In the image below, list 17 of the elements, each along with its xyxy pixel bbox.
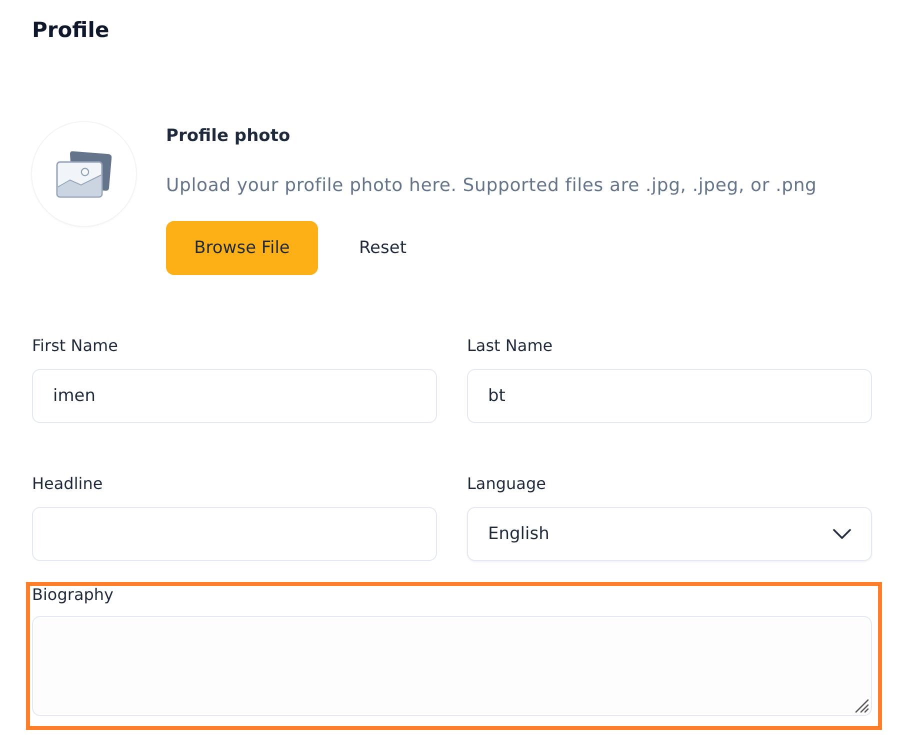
chevron-down-icon: [833, 529, 851, 539]
field-label: First Name: [32, 336, 119, 356]
reset-button[interactable]: Reset: [338, 221, 428, 275]
textarea-field[interactable]: [32, 616, 872, 716]
resize-handle-icon[interactable]: [855, 699, 869, 713]
text-field[interactable]: [32, 507, 437, 561]
help-text: Upload your profile photo here. Supported files are .jpg, .jpeg, or .png: [166, 174, 817, 198]
text-field[interactable]: imen: [32, 369, 437, 423]
field-label: Biography: [32, 586, 115, 604]
dropdown-select[interactable]: English: [467, 507, 872, 561]
page-title: Profile: [32, 17, 110, 44]
text-field[interactable]: bt: [467, 369, 872, 423]
field-label: Last Name: [467, 336, 554, 356]
section-title: Profile photo: [166, 125, 292, 148]
browse-button[interactable]: Browse File: [166, 221, 318, 275]
field-label: Language: [467, 474, 547, 494]
field-label: Headline: [32, 474, 104, 494]
